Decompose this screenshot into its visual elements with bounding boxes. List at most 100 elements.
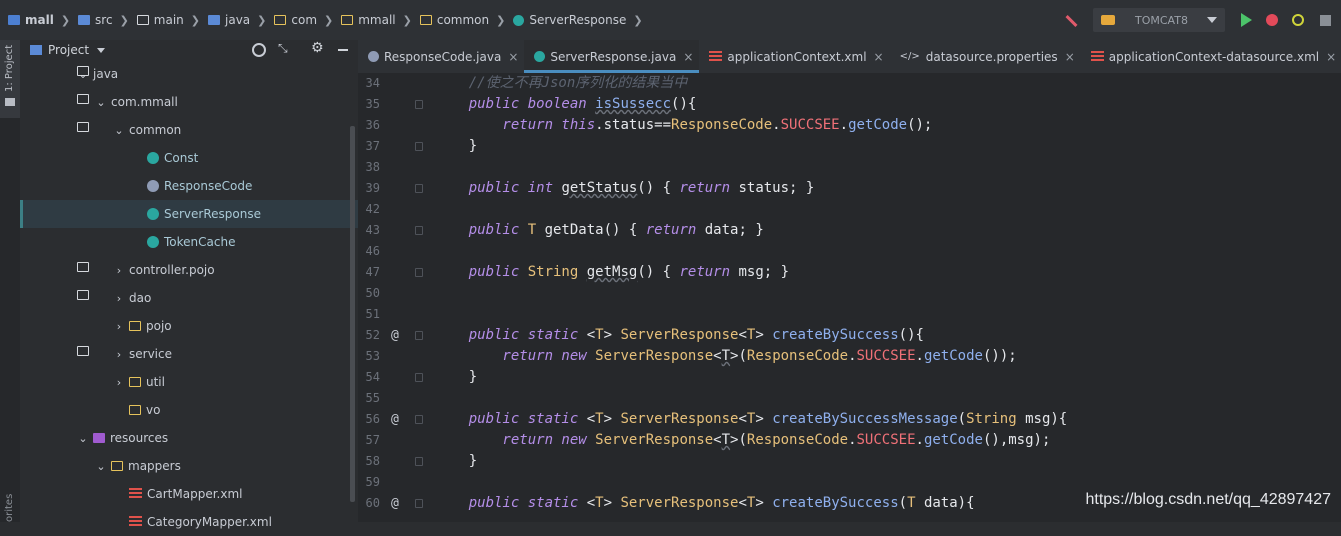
tree-node[interactable]: ServerResponse: [20, 200, 358, 228]
editor-tab[interactable]: ResponseCode.java ×: [358, 40, 524, 73]
line-number: 47: [365, 265, 380, 279]
project-scrollbar[interactable]: [350, 126, 355, 502]
editor-tab[interactable]: ServerResponse.java ×: [524, 40, 700, 73]
line-number: 59: [365, 475, 380, 489]
chevron-right-icon[interactable]: ›: [112, 320, 126, 333]
chevron-right-icon[interactable]: ›: [112, 264, 126, 277]
hide-panel-icon[interactable]: [338, 49, 348, 51]
close-icon[interactable]: ×: [683, 50, 693, 64]
stop-button[interactable]: [1320, 14, 1331, 26]
tree-node[interactable]: › service: [20, 340, 358, 368]
tree-node[interactable]: Const: [20, 144, 358, 172]
breadcrumb-item[interactable]: common ❯: [419, 13, 513, 27]
tree-node[interactable]: TokenCache: [20, 228, 358, 256]
code-area[interactable]: 34 //使之不再Json序列化的结果当中 35 public boolean i…: [358, 73, 1341, 522]
locate-target-icon[interactable]: [252, 43, 266, 57]
fold-marker-icon[interactable]: [415, 226, 423, 235]
breadcrumb-item[interactable]: src ❯: [78, 13, 137, 27]
chevron-down-icon[interactable]: ⌄: [94, 460, 108, 473]
line-number: 58: [365, 454, 380, 468]
override-marker-icon[interactable]: @: [391, 325, 399, 346]
chevron-right-icon[interactable]: ›: [112, 348, 126, 361]
chevron-right-icon: ❯: [402, 13, 412, 27]
code-line: 53 return new ServerResponse<T>(Response…: [358, 346, 1341, 367]
code-text: }: [435, 138, 478, 154]
tree-node[interactable]: ⌄ common: [20, 116, 358, 144]
tree-node[interactable]: › dao: [20, 284, 358, 312]
close-icon[interactable]: ×: [508, 50, 518, 64]
build-hammer-icon[interactable]: [1063, 12, 1079, 28]
chevron-down-icon[interactable]: [97, 47, 106, 53]
breadcrumb-item[interactable]: mall ❯: [8, 13, 78, 27]
debug-button[interactable]: [1266, 14, 1278, 26]
gear-icon[interactable]: [311, 40, 325, 57]
tree-node[interactable]: ⌄ com.mmall: [20, 88, 358, 116]
code-text: return new ServerResponse<T>(ResponseCod…: [435, 348, 1017, 364]
project-panel-title[interactable]: Project: [48, 43, 89, 57]
breadcrumb-label: ServerResponse: [529, 13, 627, 27]
package-icon: [341, 15, 354, 25]
chevron-down-icon[interactable]: ⌄: [76, 432, 90, 445]
tree-node[interactable]: ⌄ java: [20, 60, 358, 88]
collapse-all-icon[interactable]: [278, 41, 292, 57]
run-button[interactable]: [1241, 13, 1252, 27]
enum-icon: [368, 51, 379, 62]
fold-marker-icon[interactable]: [415, 184, 423, 193]
line-number: 36: [365, 118, 380, 132]
breadcrumb-item[interactable]: main ❯: [136, 13, 208, 27]
watermark: https://blog.csdn.net/qq_42897427: [1085, 491, 1331, 508]
favorites-tool-label[interactable]: orites: [4, 494, 15, 522]
override-marker-icon[interactable]: @: [391, 493, 399, 514]
fold-marker-icon[interactable]: [415, 457, 423, 466]
tree-node[interactable]: ⌄ mappers: [20, 452, 358, 480]
tree-node[interactable]: vo: [20, 396, 358, 424]
breadcrumb-item[interactable]: ServerResponse ❯: [513, 13, 650, 27]
close-icon[interactable]: ×: [874, 50, 884, 64]
tree-node[interactable]: ⌄ resources: [20, 424, 358, 452]
editor-tab[interactable]: </> datasource.properties ×: [890, 40, 1081, 73]
code-line: 59: [358, 472, 1341, 493]
project-icon: [8, 15, 20, 25]
code-line: 37 }: [358, 136, 1341, 157]
chevron-down-icon[interactable]: ⌄: [112, 124, 126, 137]
fold-marker-icon[interactable]: [415, 100, 423, 109]
fold-marker-icon[interactable]: [415, 268, 423, 277]
editor-tab[interactable]: applicationContext.xml ×: [699, 40, 889, 73]
project-tool-label[interactable]: 1: Project: [4, 45, 15, 92]
chevron-down-icon[interactable]: ⌄: [94, 96, 108, 109]
tree-node[interactable]: CartMapper.xml: [20, 480, 358, 508]
breadcrumb-item[interactable]: java ❯: [208, 13, 274, 27]
run-configuration-select[interactable]: TOMCAT8: [1093, 8, 1225, 32]
xml-file-icon: [129, 516, 142, 528]
close-icon[interactable]: ×: [1065, 50, 1075, 64]
tree-node[interactable]: › pojo: [20, 312, 358, 340]
fold-marker-icon[interactable]: [415, 373, 423, 382]
breadcrumb-item[interactable]: mmall ❯: [341, 13, 420, 27]
project-view-icon: [30, 45, 42, 55]
coverage-button[interactable]: [1292, 14, 1304, 26]
project-panel: Project ⌄java⌄com.mmall⌄commonConstRespo…: [20, 40, 358, 529]
chevron-right-icon[interactable]: ›: [112, 292, 126, 305]
chevron-right-icon: ❯: [190, 13, 200, 27]
override-marker-icon[interactable]: @: [391, 409, 399, 430]
tree-node[interactable]: CategoryMapper.xml: [20, 508, 358, 536]
fold-marker-icon[interactable]: [415, 499, 423, 508]
tree-node-label: CartMapper.xml: [147, 487, 243, 501]
line-number: 39: [365, 181, 380, 195]
folder-icon: [77, 262, 89, 272]
tree-node[interactable]: › controller.pojo: [20, 256, 358, 284]
close-icon[interactable]: ×: [1326, 50, 1336, 64]
line-number: 56: [365, 412, 380, 426]
fold-marker-icon[interactable]: [415, 331, 423, 340]
fold-marker-icon[interactable]: [415, 142, 423, 151]
tree-node[interactable]: › util: [20, 368, 358, 396]
tree-node[interactable]: ResponseCode: [20, 172, 358, 200]
structure-icon[interactable]: [5, 98, 15, 106]
fold-marker-icon[interactable]: [415, 415, 423, 424]
run-configuration-label: TOMCAT8: [1135, 13, 1188, 27]
breadcrumb-item[interactable]: com ❯: [274, 13, 341, 27]
chevron-right-icon[interactable]: ›: [112, 376, 126, 389]
properties-icon: </>: [899, 51, 920, 62]
line-number: 54: [365, 370, 380, 384]
editor-tab[interactable]: applicationContext-datasource.xml ×: [1081, 40, 1341, 73]
